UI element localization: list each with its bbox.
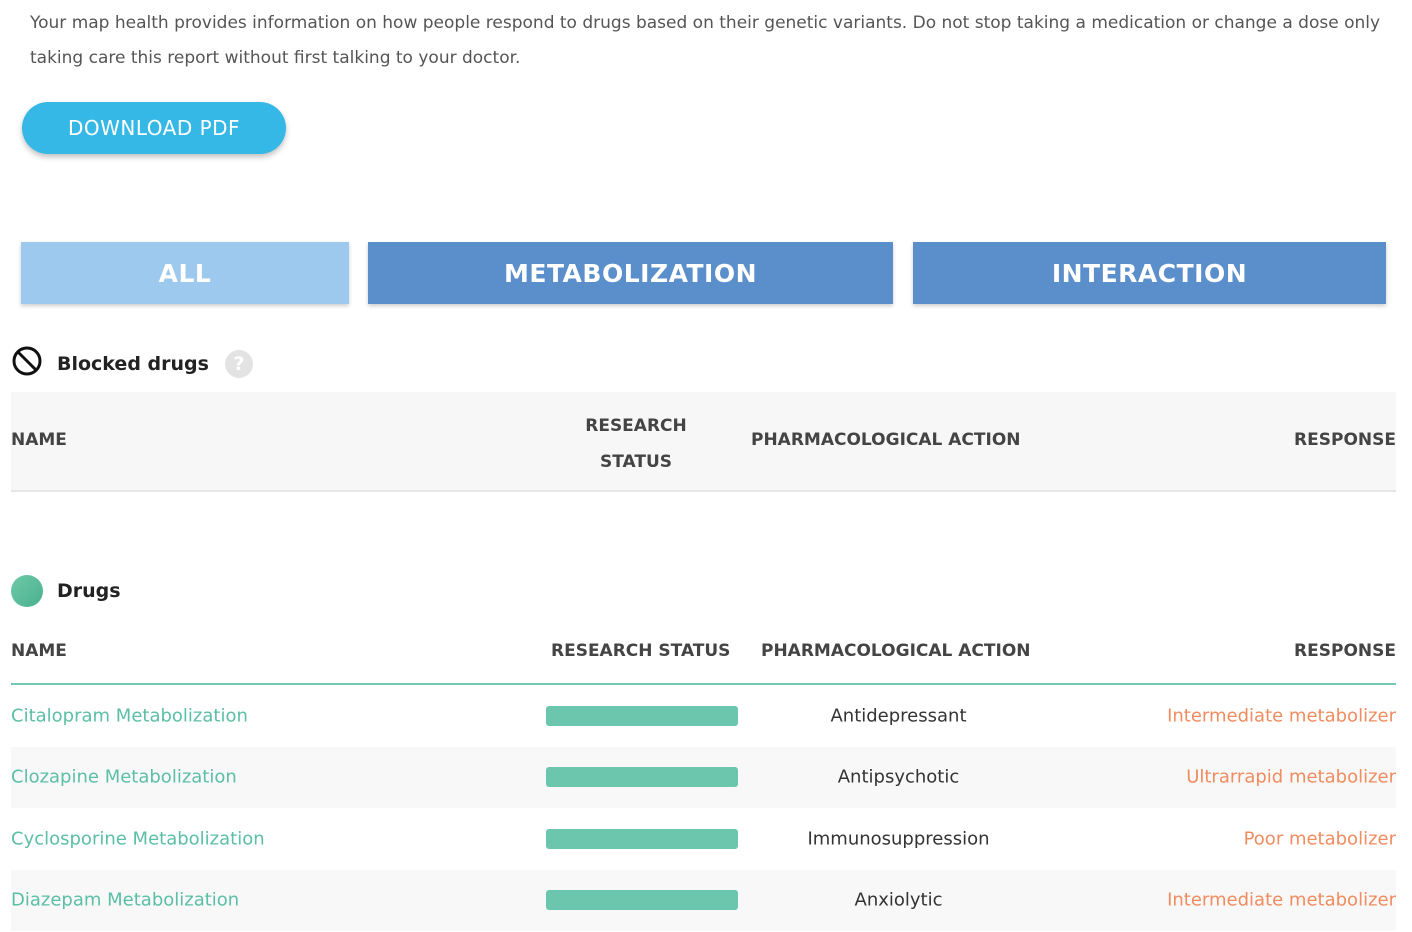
- pharmacological-action: Immunosuppression: [807, 828, 990, 850]
- download-pdf-button[interactable]: DOWNLOAD PDF: [22, 102, 286, 154]
- drugs-dot-icon: [11, 575, 43, 607]
- table-row[interactable]: Diazepam Metabolization Anxiolytic Inter…: [11, 869, 1396, 931]
- drugs-table-body: Citalopram Metabolization Antidepressant…: [11, 685, 1396, 931]
- response-value: Intermediate metabolizer: [1167, 889, 1396, 911]
- drugs-table-header: NAME RESEARCH STATUS PHARMACOLOGICAL ACT…: [11, 622, 1396, 685]
- drug-name-link[interactable]: Diazepam Metabolization: [11, 890, 239, 911]
- column-header-pharmacological-action: PHARMACOLOGICAL ACTION: [761, 641, 1031, 661]
- research-status-bar: [546, 767, 738, 788]
- column-header-research-status: RESEARCH STATUS: [551, 641, 731, 661]
- blocked-drugs-header: Blocked drugs ?: [11, 345, 253, 382]
- table-row[interactable]: Cyclosporine Metabolization Immunosuppre…: [11, 808, 1396, 870]
- research-status-bar: [546, 828, 738, 849]
- research-status-bar: [546, 890, 738, 911]
- drug-name-link[interactable]: Clozapine Metabolization: [11, 767, 237, 788]
- help-icon[interactable]: ?: [224, 349, 253, 378]
- response-value: Ultrarrapid metabolizer: [1186, 766, 1396, 788]
- blocked-drugs-title: Blocked drugs: [57, 352, 209, 375]
- blocked-icon: [11, 345, 43, 382]
- response-value: Intermediate metabolizer: [1167, 705, 1396, 727]
- tab-interaction[interactable]: INTERACTION: [913, 242, 1386, 304]
- column-header-response: RESPONSE: [1294, 641, 1396, 661]
- column-header-name: NAME: [11, 430, 67, 450]
- drugs-header: Drugs: [11, 575, 121, 607]
- drugs-title: Drugs: [57, 580, 121, 602]
- table-row[interactable]: Clozapine Metabolization Antipsychotic U…: [11, 746, 1396, 808]
- column-header-pharmacological-action: PHARMACOLOGICAL ACTION: [751, 430, 1021, 450]
- blocked-table-header: NAME RESEARCH STATUS PHARMACOLOGICAL ACT…: [11, 392, 1396, 492]
- column-header-name: NAME: [11, 641, 67, 661]
- research-status-bar: [546, 705, 738, 726]
- pharmacological-action: Antidepressant: [830, 705, 967, 727]
- tab-all[interactable]: ALL: [21, 242, 349, 304]
- intro-text: Your map health provides information on …: [30, 13, 1381, 68]
- pharmacological-action: Antipsychotic: [837, 766, 960, 788]
- column-header-response: RESPONSE: [1294, 430, 1396, 450]
- drug-name-link[interactable]: Citalopram Metabolization: [11, 705, 248, 726]
- table-row[interactable]: Citalopram Metabolization Antidepressant…: [11, 685, 1396, 747]
- drug-name-link[interactable]: Cyclosporine Metabolization: [11, 828, 265, 849]
- response-value: Poor metabolizer: [1243, 828, 1396, 850]
- pharmacological-action: Anxiolytic: [854, 889, 943, 911]
- tab-metabolization[interactable]: METABOLIZATION: [368, 242, 893, 304]
- column-header-research-status: RESEARCH STATUS: [585, 416, 687, 472]
